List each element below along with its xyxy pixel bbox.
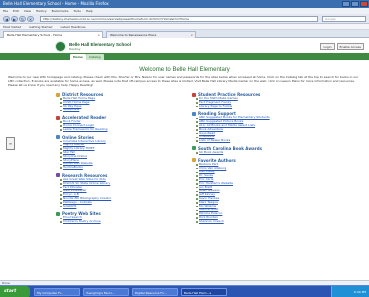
window-controls <box>342 1 368 7</box>
list-item[interactable]: Streamline <box>60 108 184 112</box>
tab-label: Welcome to Renaissance Place <box>110 33 157 37</box>
book-icon <box>56 115 60 120</box>
right-column: Student Practice Resources Do the Math M… <box>192 92 332 227</box>
taskbar-item[interactable]: Belle Hall Elem...s <box>181 288 227 296</box>
section-research-resources: Research Resources Ask Great Web Sites f… <box>56 173 184 208</box>
globe-icon <box>56 135 60 140</box>
section-reading-support: Reading Support ABC Suggested Books for … <box>192 111 332 143</box>
puzzle-icon <box>192 92 196 97</box>
section-student-practice: Student Practice Resources Do the Math M… <box>192 92 332 108</box>
section-sc-book-awards: South Carolina Book Awards SC Book Award… <box>192 146 332 155</box>
reload-icon[interactable]: ↻ <box>19 16 26 22</box>
minimize-button[interactable] <box>342 1 350 7</box>
bookmark-getting-started[interactable]: Getting Started <box>29 24 52 29</box>
list-item[interactable]: Lists of Newer Books <box>196 138 332 143</box>
start-button[interactable]: start <box>0 286 30 297</box>
taskbar-item[interactable]: Digital Resource Fo... <box>132 288 178 296</box>
folder-icon <box>56 92 60 97</box>
list-item[interactable]: SC Book Awards <box>196 150 332 155</box>
window-titlebar: Belle Hall Elementary School - Home - Mo… <box>0 0 369 8</box>
tab-renaissance-place[interactable]: Welcome to Renaissance Place × <box>106 31 196 38</box>
address-bar[interactable]: http://destiny.charleston.k12.sc.us/comm… <box>40 16 318 22</box>
list-item[interactable]: SirsiKIDS <box>60 204 184 209</box>
section-poetry-web-sites: Poetry Web Sites Emul Search Children's … <box>56 211 184 224</box>
pencil-icon <box>56 211 60 216</box>
book-icon <box>192 111 196 116</box>
taskbar-item[interactable]: Yuengling's Favor... <box>83 288 129 296</box>
left-column: District Resources Belle Hall Home Page … <box>56 92 184 227</box>
section-district-resources: District Resources Belle Hall Home Page … <box>56 92 184 112</box>
taskbar: start My Computer Fi... Yuengling's Favo… <box>0 285 369 297</box>
tab-catalog[interactable]: Catalog <box>86 54 104 60</box>
navigation-toolbar: ◀ ▶ ↻ ✕ http://destiny.charleston.k12.sc… <box>0 14 369 24</box>
close-button[interactable] <box>360 1 368 7</box>
bookmark-most-visited[interactable]: Most Visited <box>3 24 21 29</box>
list-item[interactable]: Shannon Creech <box>196 219 332 224</box>
tab-home[interactable]: Home <box>70 54 86 60</box>
taskbar-item[interactable]: My Computer Fi... <box>34 288 80 296</box>
login-button[interactable]: Login <box>320 43 335 50</box>
maximize-button[interactable] <box>351 1 359 7</box>
back-arrow-icon[interactable]: ◀ <box>3 16 10 22</box>
award-icon <box>192 146 196 151</box>
tab-belle-hall[interactable]: Belle Hall Elementary School - Home × <box>3 31 103 38</box>
star-icon <box>192 158 196 163</box>
school-logo <box>55 41 66 52</box>
page-title: Welcome to Belle Hall Elementary <box>139 67 230 73</box>
list-item[interactable]: Children's Poetry Archive <box>60 219 184 224</box>
intro-text: Welcome to our new LMC homepage and cata… <box>8 75 359 87</box>
enable-access-button[interactable]: Enable Access <box>336 43 364 50</box>
search-icon <box>56 173 60 178</box>
section-online-stories: Online Stories Columbia Interactive Libr… <box>56 135 184 170</box>
list-item[interactable]: TumbleBooks <box>60 165 184 170</box>
site-nav: Home Catalog <box>0 53 369 60</box>
stop-icon[interactable]: ✕ <box>27 16 34 22</box>
site-subtitle: Destiny <box>69 47 81 51</box>
side-panel-toggle[interactable]: ≡ <box>6 137 15 150</box>
header-actions: Login Enable Access <box>320 43 364 50</box>
forward-arrow-icon[interactable]: ▶ <box>11 16 18 22</box>
search-input[interactable]: Google <box>322 16 366 22</box>
list-item[interactable]: Library Page to Follow <box>196 104 332 109</box>
section-favorite-authors: Favorite Authors Barbara Park Chris Van … <box>192 158 332 224</box>
list-item[interactable]: Lexile Framework for Reading <box>60 127 184 132</box>
section-accelerated-reader: Accelerated Reader Book Finder Home Conn… <box>56 115 184 131</box>
tab-strip: Belle Hall Elementary School - Home × We… <box>0 30 369 38</box>
system-tray-clock: 6:44 PM <box>331 286 369 297</box>
tab-label: Belle Hall Elementary School - Home <box>7 33 63 37</box>
bookmark-latest-headlines[interactable]: Latest Headlines <box>60 24 85 29</box>
window-title: Belle Hall Elementary School - Home - Mo… <box>3 1 109 6</box>
